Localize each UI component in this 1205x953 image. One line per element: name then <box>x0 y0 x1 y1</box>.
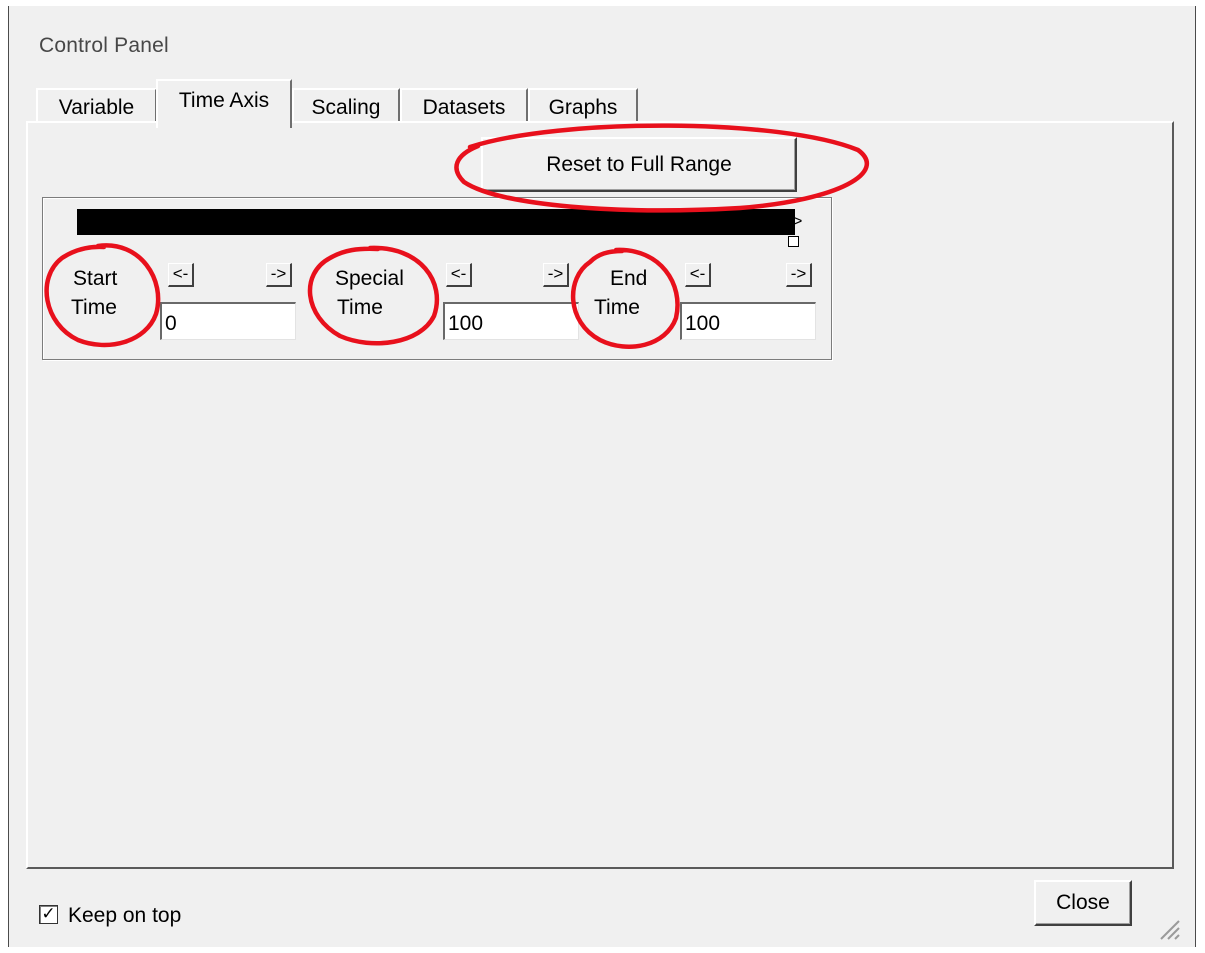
keep-on-top-label: Keep on top <box>68 904 182 927</box>
time-range-group: > Start Time <- -> Special Time <- -> En… <box>42 197 832 360</box>
special-time-label-line1: Special <box>335 267 404 290</box>
start-time-label-line1: Start <box>73 267 118 290</box>
reset-to-full-range-button[interactable]: Reset to Full Range <box>481 137 797 192</box>
time-range-slider-track[interactable] <box>77 209 795 235</box>
keep-on-top-checkbox[interactable]: ✓ <box>39 905 58 924</box>
slider-handle[interactable] <box>788 236 799 247</box>
slider-end-arrow: > <box>793 213 803 230</box>
end-time-label-line2: Time <box>594 296 640 319</box>
start-time-label-line2: Time <box>71 296 117 319</box>
window-title: Control Panel <box>39 34 169 57</box>
tab-time-axis[interactable]: Time Axis <box>156 79 292 128</box>
end-time-input[interactable] <box>680 302 816 340</box>
special-time-next-button[interactable]: -> <box>543 263 569 287</box>
close-button[interactable]: Close <box>1034 880 1132 926</box>
start-time-prev-button[interactable]: <- <box>168 263 194 287</box>
start-time-input[interactable] <box>160 302 296 340</box>
end-time-prev-button[interactable]: <- <box>685 263 711 287</box>
special-time-input[interactable] <box>443 302 579 340</box>
end-time-next-button[interactable]: -> <box>786 263 812 287</box>
end-time-label-line1: End <box>610 267 648 290</box>
special-time-prev-button[interactable]: <- <box>446 263 472 287</box>
special-time-label-line2: Time <box>337 296 383 319</box>
resize-grip-icon[interactable] <box>1153 913 1181 941</box>
start-time-next-button[interactable]: -> <box>266 263 292 287</box>
